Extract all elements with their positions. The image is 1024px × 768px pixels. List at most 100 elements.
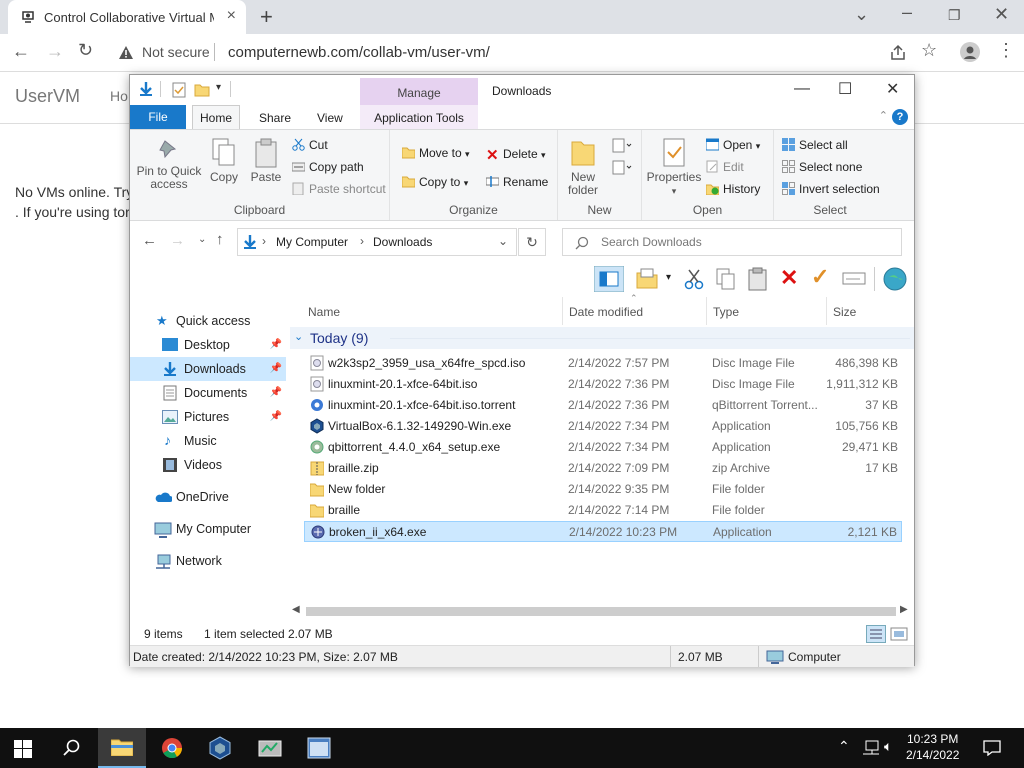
taskbar-app[interactable]	[295, 728, 343, 768]
horizontal-scrollbar[interactable]: ◀ ▶	[290, 603, 914, 619]
tab-application-tools[interactable]: Application Tools	[360, 105, 478, 129]
cut-icon[interactable]	[684, 268, 704, 290]
history-button[interactable]: History	[705, 182, 760, 196]
tab-home[interactable]: Home	[192, 105, 240, 129]
new-item-icon[interactable]	[610, 138, 632, 154]
details-view-icon[interactable]	[866, 625, 886, 643]
group-header[interactable]: ⌄ Today (9)	[290, 327, 914, 349]
folder-options-icon[interactable]	[636, 268, 658, 290]
rename-button[interactable]: Rename	[485, 175, 548, 189]
folder-options-dropdown-icon[interactable]: ▾	[666, 272, 671, 283]
properties-qat-icon[interactable]	[172, 82, 186, 98]
tray-overflow-icon[interactable]: ⌃	[838, 738, 850, 755]
copy-to-button[interactable]: Copy to ▾	[401, 175, 468, 189]
tab-file[interactable]: File	[130, 105, 186, 129]
search-icon[interactable]	[63, 739, 81, 757]
paste-button[interactable]: Paste	[246, 138, 286, 184]
nav-network[interactable]: Network	[130, 549, 286, 573]
close-icon[interactable]: ✕	[886, 79, 899, 99]
minimize-icon[interactable]: –	[902, 2, 912, 23]
file-row[interactable]: linuxmint-20.1-xfce-64bit.iso 2/14/2022 …	[304, 374, 902, 395]
new-tab-icon[interactable]: +	[260, 4, 273, 30]
open-button[interactable]: Open ▾	[705, 138, 760, 152]
properties-button[interactable]: Properties ▾	[644, 138, 704, 198]
restore-icon[interactable]: ❐	[948, 7, 961, 24]
address-dropdown-icon[interactable]: ⌄	[498, 234, 508, 248]
easy-access-icon[interactable]	[610, 160, 632, 176]
copy-button[interactable]: Copy	[204, 138, 244, 184]
nav-pictures[interactable]: Pictures 📌	[130, 405, 286, 429]
checkmark-icon[interactable]: ✓	[811, 264, 829, 290]
menu-kebab-icon[interactable]: ⋮	[997, 40, 1015, 61]
select-none-button[interactable]: Select none	[782, 160, 862, 174]
windows-start-icon[interactable]	[14, 740, 32, 758]
edit-button[interactable]: Edit	[706, 160, 744, 174]
breadcrumb-my-computer[interactable]: My Computer	[276, 235, 348, 249]
omnibox[interactable]: Not secure computernewb.com/collab-vm/us…	[110, 40, 880, 66]
address-bar[interactable]: › My Computer › Downloads ⌄	[237, 228, 517, 256]
tab-search-chevron-icon[interactable]: ⌄	[854, 4, 869, 25]
paste-icon[interactable]	[748, 267, 768, 291]
network-tray-icon[interactable]	[862, 740, 880, 756]
taskbar-chrome[interactable]	[148, 728, 196, 768]
taskbar-file-explorer[interactable]	[98, 728, 146, 768]
taskbar-virtualbox[interactable]	[196, 728, 244, 768]
scroll-thumb[interactable]	[306, 607, 896, 616]
copy-path-button[interactable]: Copy path	[291, 160, 364, 174]
scroll-right-icon[interactable]: ▶	[900, 604, 908, 615]
notifications-icon[interactable]	[983, 740, 1001, 756]
delete-x-icon[interactable]: ✕	[780, 265, 798, 291]
site-brand[interactable]: UserVM	[15, 86, 80, 107]
volume-icon[interactable]: 🔈︎	[884, 738, 892, 755]
move-to-button[interactable]: Move to ▾	[401, 146, 470, 160]
file-row[interactable]: braille.zip 2/14/2022 7:09 PM zip Archiv…	[304, 458, 902, 479]
help-icon[interactable]: ?	[892, 109, 908, 125]
paste-shortcut-button[interactable]: Paste shortcut	[292, 182, 386, 196]
column-type[interactable]: Type	[713, 305, 739, 319]
close-window-icon[interactable]: ✕	[994, 4, 1009, 25]
file-row[interactable]: VirtualBox-6.1.32-149290-Win.exe 2/14/20…	[304, 416, 902, 437]
file-row[interactable]: w2k3sp2_3959_usa_x64fre_spcd.iso 2/14/20…	[304, 353, 902, 374]
forward-icon[interactable]: →	[170, 232, 185, 249]
tab-manage[interactable]: Manage	[360, 78, 478, 106]
reload-icon[interactable]: ↻	[78, 40, 93, 61]
nav-onedrive[interactable]: OneDrive	[130, 485, 286, 509]
nav-music[interactable]: ♪ Music	[130, 429, 286, 453]
invert-selection-button[interactable]: Invert selection	[782, 182, 880, 196]
column-name[interactable]: Name	[308, 305, 340, 319]
column-size[interactable]: Size	[833, 305, 856, 319]
back-icon[interactable]: ←	[142, 232, 157, 249]
column-date-modified[interactable]: Date modified	[569, 305, 643, 319]
recent-locations-icon[interactable]: ⌄	[198, 234, 206, 245]
nav-documents[interactable]: Documents 📌	[130, 381, 286, 405]
minimize-icon[interactable]: —	[794, 80, 810, 98]
nav-downloads[interactable]: Downloads 📌	[130, 357, 286, 381]
pin-quick-access-button[interactable]: Pin to Quick access	[136, 138, 202, 191]
globe-icon[interactable]	[882, 266, 908, 292]
search-box[interactable]: Search Downloads	[562, 228, 902, 256]
large-icons-view-icon[interactable]	[890, 626, 908, 642]
qat-customize-icon[interactable]: ▾	[216, 82, 221, 93]
tab-share[interactable]: Share	[259, 111, 291, 125]
profile-avatar-icon[interactable]	[960, 42, 980, 62]
taskbar-clock[interactable]: 10:23 PM 2/14/2022	[906, 731, 959, 763]
cut-button[interactable]: Cut	[292, 138, 328, 152]
file-row[interactable]: braille 2/14/2022 7:14 PM File folder	[304, 500, 902, 521]
nav-quick-access[interactable]: ★ Quick access	[130, 309, 286, 333]
taskbar-server-manager[interactable]	[246, 728, 294, 768]
tab-view[interactable]: View	[317, 111, 343, 125]
breadcrumb-downloads[interactable]: Downloads	[373, 235, 432, 249]
scroll-left-icon[interactable]: ◀	[292, 604, 300, 615]
collapse-ribbon-icon[interactable]: ⌃	[879, 109, 888, 122]
refresh-icon[interactable]: ↻	[518, 228, 546, 256]
breadcrumb-chevron-icon[interactable]: ›	[262, 234, 266, 248]
bookmark-star-icon[interactable]: ☆	[921, 40, 937, 61]
breadcrumb-chevron-icon[interactable]: ›	[360, 234, 364, 248]
nav-desktop[interactable]: Desktop 📌	[130, 333, 286, 357]
nav-videos[interactable]: Videos	[130, 453, 286, 477]
forward-icon[interactable]: →	[46, 41, 64, 62]
nav-my-computer[interactable]: My Computer	[130, 517, 286, 541]
share-icon[interactable]	[889, 44, 907, 62]
delete-button[interactable]: ✕ Delete ▾	[486, 146, 546, 164]
new-folder-button[interactable]: New folder	[562, 138, 604, 197]
